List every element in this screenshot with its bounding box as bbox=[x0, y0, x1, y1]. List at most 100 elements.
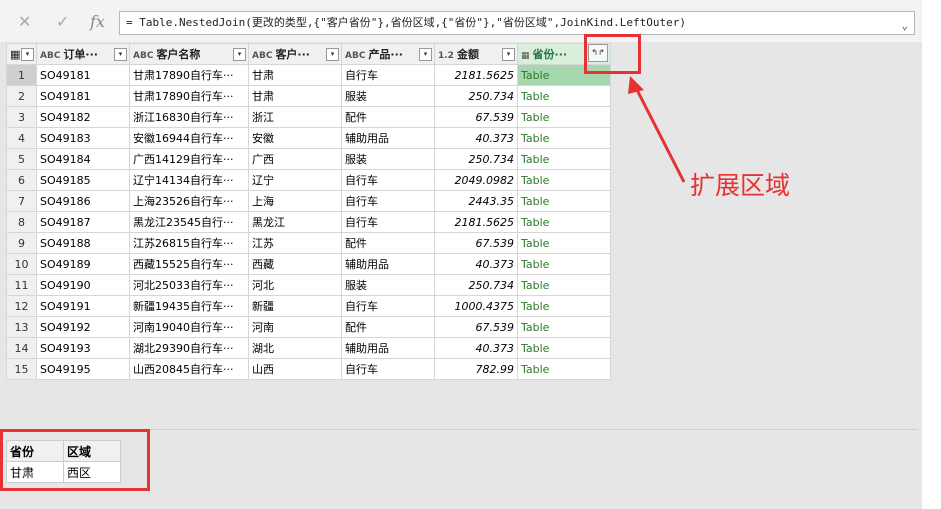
cell-product[interactable]: 配件 bbox=[341, 232, 435, 254]
cell-customer-province[interactable]: 河北 bbox=[248, 274, 342, 296]
filter-dropdown-icon[interactable]: ▾ bbox=[114, 48, 127, 61]
cell-amount[interactable]: 250.734 bbox=[434, 274, 518, 296]
row-number[interactable]: 1 bbox=[6, 64, 37, 86]
cell-product[interactable]: 自行车 bbox=[341, 190, 435, 212]
cell-customer-province[interactable]: 黑龙江 bbox=[248, 211, 342, 233]
cell-product[interactable]: 配件 bbox=[341, 106, 435, 128]
cell-amount[interactable]: 40.373 bbox=[434, 127, 518, 149]
cell-order[interactable]: SO49189 bbox=[36, 253, 130, 275]
row-number[interactable]: 15 bbox=[6, 358, 37, 380]
filter-dropdown-icon[interactable]: ▾ bbox=[233, 48, 246, 61]
cell-order[interactable]: SO49195 bbox=[36, 358, 130, 380]
cell-province-table[interactable]: Table bbox=[517, 253, 611, 275]
cell-customer-name[interactable]: 黑龙江23545自行··· bbox=[129, 211, 249, 233]
row-number[interactable]: 6 bbox=[6, 169, 37, 191]
cell-order[interactable]: SO49190 bbox=[36, 274, 130, 296]
cell-product[interactable]: 服装 bbox=[341, 148, 435, 170]
cell-order[interactable]: SO49193 bbox=[36, 337, 130, 359]
table-row[interactable]: 4 SO49183 安徽16944自行车··· 安徽 辅助用品 40.373 Table bbox=[6, 127, 611, 149]
table-row[interactable]: 14 SO49193 湖北29390自行车··· 湖北 辅助用品 40.373 Table bbox=[6, 337, 611, 359]
cell-product[interactable]: 自行车 bbox=[341, 64, 435, 86]
cell-customer-province[interactable]: 甘肃 bbox=[248, 85, 342, 107]
filter-dropdown-icon[interactable]: ▾ bbox=[326, 48, 339, 61]
row-number[interactable]: 5 bbox=[6, 148, 37, 170]
filter-dropdown-icon[interactable]: ▾ bbox=[419, 48, 432, 61]
table-row[interactable]: 15 SO49195 山西20845自行车··· 山西 自行车 782.99 Table bbox=[6, 358, 611, 380]
cell-product[interactable]: 辅助用品 bbox=[341, 337, 435, 359]
row-number[interactable]: 7 bbox=[6, 190, 37, 212]
cell-order[interactable]: SO49182 bbox=[36, 106, 130, 128]
cell-customer-name[interactable]: 江苏26815自行车··· bbox=[129, 232, 249, 254]
cell-product[interactable]: 辅助用品 bbox=[341, 253, 435, 275]
row-number[interactable]: 2 bbox=[6, 85, 37, 107]
query-settings-collapsed-panel[interactable] bbox=[922, 0, 941, 509]
cell-amount[interactable]: 40.373 bbox=[434, 253, 518, 275]
cell-customer-province[interactable]: 西藏 bbox=[248, 253, 342, 275]
row-number[interactable]: 13 bbox=[6, 316, 37, 338]
cell-product[interactable]: 辅助用品 bbox=[341, 127, 435, 149]
cell-province-table[interactable]: Table bbox=[517, 190, 611, 212]
cell-customer-name[interactable]: 新疆19435自行车··· bbox=[129, 295, 249, 317]
cell-customer-name[interactable]: 广西14129自行车··· bbox=[129, 148, 249, 170]
cell-customer-name[interactable]: 西藏15525自行车··· bbox=[129, 253, 249, 275]
column-header-order[interactable]: ABC 订单··· ▾ bbox=[36, 43, 130, 65]
cell-customer-name[interactable]: 甘肃17890自行车··· bbox=[129, 85, 249, 107]
cell-order[interactable]: SO49192 bbox=[36, 316, 130, 338]
cell-province-table[interactable]: Table bbox=[517, 85, 611, 107]
dropdown-icon[interactable]: ▾ bbox=[21, 48, 34, 61]
cell-province-table[interactable]: Table bbox=[517, 295, 611, 317]
row-number[interactable]: 8 bbox=[6, 211, 37, 233]
cell-order[interactable]: SO49188 bbox=[36, 232, 130, 254]
cell-province-table[interactable]: Table bbox=[517, 148, 611, 170]
cell-customer-province[interactable]: 山西 bbox=[248, 358, 342, 380]
cell-amount[interactable]: 67.539 bbox=[434, 106, 518, 128]
cell-customer-province[interactable]: 湖北 bbox=[248, 337, 342, 359]
cell-product[interactable]: 配件 bbox=[341, 316, 435, 338]
cell-province-table[interactable]: Table bbox=[517, 274, 611, 296]
cell-customer-name[interactable]: 湖北29390自行车··· bbox=[129, 337, 249, 359]
cell-order[interactable]: SO49181 bbox=[36, 85, 130, 107]
column-header-customer-name[interactable]: ABC 客户名称 ▾ bbox=[129, 43, 249, 65]
cell-order[interactable]: SO49187 bbox=[36, 211, 130, 233]
cell-amount[interactable]: 2443.35 bbox=[434, 190, 518, 212]
row-number[interactable]: 11 bbox=[6, 274, 37, 296]
column-header-customer-province[interactable]: ABC 客户··· ▾ bbox=[248, 43, 342, 65]
cell-amount[interactable]: 40.373 bbox=[434, 337, 518, 359]
row-number[interactable]: 12 bbox=[6, 295, 37, 317]
cell-amount[interactable]: 67.539 bbox=[434, 232, 518, 254]
cell-amount[interactable]: 1000.4375 bbox=[434, 295, 518, 317]
filter-dropdown-icon[interactable]: ▾ bbox=[502, 48, 515, 61]
cell-province-table[interactable]: Table bbox=[517, 211, 611, 233]
cell-province-table[interactable]: Table bbox=[517, 337, 611, 359]
table-row[interactable]: 1 SO49181 甘肃17890自行车··· 甘肃 自行车 2181.5625 Table bbox=[6, 64, 611, 86]
cell-customer-province[interactable]: 江苏 bbox=[248, 232, 342, 254]
cell-amount[interactable]: 250.734 bbox=[434, 148, 518, 170]
cell-customer-name[interactable]: 安徽16944自行车··· bbox=[129, 127, 249, 149]
cell-customer-name[interactable]: 甘肃17890自行车··· bbox=[129, 64, 249, 86]
cell-amount[interactable]: 782.99 bbox=[434, 358, 518, 380]
cell-customer-province[interactable]: 河南 bbox=[248, 316, 342, 338]
table-row[interactable]: 12 SO49191 新疆19435自行车··· 新疆 自行车 1000.4375 Tabl… bbox=[6, 295, 611, 317]
cell-order[interactable]: SO49186 bbox=[36, 190, 130, 212]
cell-customer-name[interactable]: 河南19040自行车··· bbox=[129, 316, 249, 338]
cell-product[interactable]: 服装 bbox=[341, 85, 435, 107]
cell-product[interactable]: 自行车 bbox=[341, 211, 435, 233]
table-row[interactable]: 5 SO49184 广西14129自行车··· 广西 服装 250.734 Table bbox=[6, 148, 611, 170]
row-number[interactable]: 4 bbox=[6, 127, 37, 149]
row-number[interactable]: 3 bbox=[6, 106, 37, 128]
row-number[interactable]: 14 bbox=[6, 337, 37, 359]
column-header-product[interactable]: ABC 产品··· ▾ bbox=[341, 43, 435, 65]
chevron-down-icon[interactable]: ⌄ bbox=[901, 15, 908, 34]
cell-province-table[interactable]: Table bbox=[517, 316, 611, 338]
cell-province-table[interactable]: Table bbox=[517, 127, 611, 149]
cell-amount[interactable]: 2181.5625 bbox=[434, 64, 518, 86]
fx-icon[interactable]: fx bbox=[90, 12, 105, 31]
cell-product[interactable]: 服装 bbox=[341, 274, 435, 296]
cell-customer-name[interactable]: 山西20845自行车··· bbox=[129, 358, 249, 380]
cell-customer-province[interactable]: 上海 bbox=[248, 190, 342, 212]
cell-province-table[interactable]: Table bbox=[517, 358, 611, 380]
cell-amount[interactable]: 2049.0982 bbox=[434, 169, 518, 191]
cell-amount[interactable]: 67.539 bbox=[434, 316, 518, 338]
cell-customer-province[interactable]: 广西 bbox=[248, 148, 342, 170]
cell-product[interactable]: 自行车 bbox=[341, 295, 435, 317]
